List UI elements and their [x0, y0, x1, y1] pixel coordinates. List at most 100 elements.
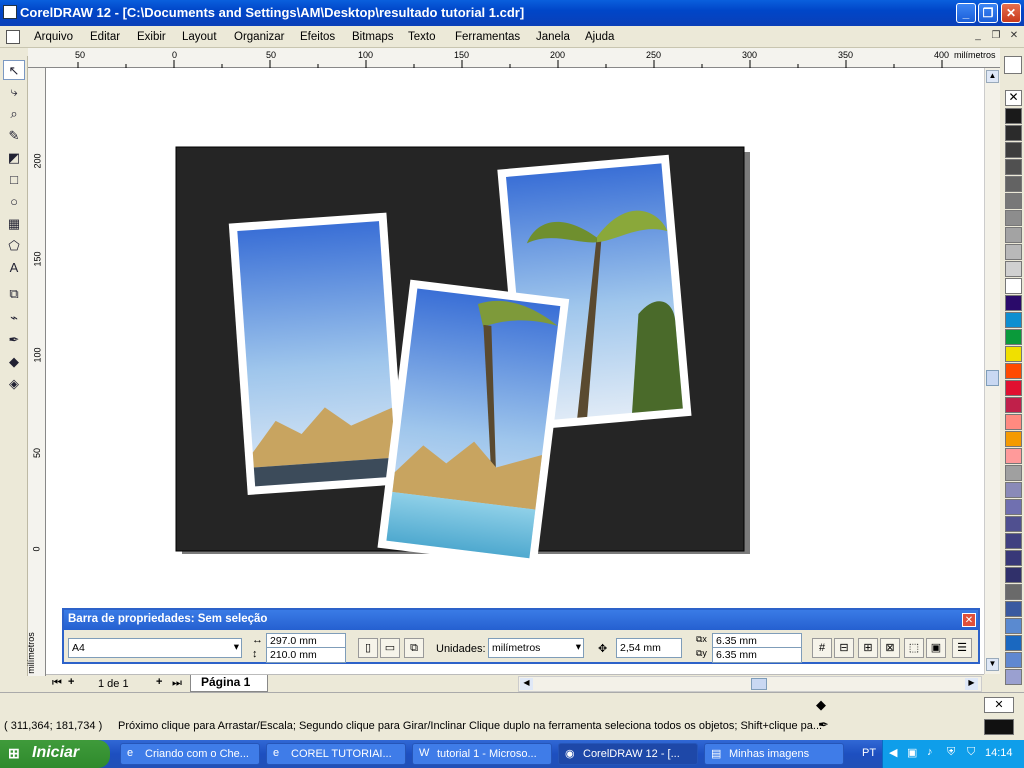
freehand-tool-icon[interactable]: ✎	[3, 126, 25, 146]
add-page-before-button[interactable]: +	[68, 676, 74, 688]
clock[interactable]: 14:14	[985, 747, 1013, 759]
color-swatch[interactable]	[1005, 227, 1022, 243]
task-button[interactable]: Wtutorial 1 - Microso...	[412, 743, 552, 765]
color-swatch[interactable]	[1005, 261, 1022, 277]
duplicate-y-field[interactable]: 6.35 mm	[712, 647, 802, 663]
menu-texto[interactable]: Texto	[408, 31, 436, 43]
language-indicator[interactable]: PT	[862, 747, 876, 759]
menu-layout[interactable]: Layout	[182, 31, 217, 43]
doc-restore-button[interactable]: ❐	[988, 30, 1004, 44]
color-swatch[interactable]	[1005, 108, 1022, 124]
snap-to-guidelines-button[interactable]: ⊟	[834, 638, 854, 658]
ellipse-tool-icon[interactable]: ○	[3, 192, 25, 212]
first-page-button[interactable]: ⏮	[52, 677, 62, 690]
snap-to-objects-button[interactable]: ⊞	[858, 638, 878, 658]
coreldraw-app-icon[interactable]	[3, 5, 17, 19]
draw-selection-button[interactable]: ▣	[926, 638, 946, 658]
color-swatch[interactable]	[1005, 482, 1022, 498]
landscape-button[interactable]: ▭	[380, 638, 400, 658]
color-swatch[interactable]	[1005, 669, 1022, 685]
palette-menu-icon[interactable]	[1004, 56, 1022, 74]
scroll-up-button[interactable]: ▲	[986, 70, 999, 83]
menu-efeitos[interactable]: Efeitos	[300, 31, 335, 43]
close-button[interactable]: ✕	[1001, 3, 1021, 23]
outline-tool-icon[interactable]: ✒	[3, 330, 25, 350]
color-swatch[interactable]	[1005, 465, 1022, 481]
antivirus-icon[interactable]: ⛨	[947, 746, 955, 759]
menu-ajuda[interactable]: Ajuda	[585, 31, 614, 43]
doc-minimize-button[interactable]: _	[970, 30, 986, 44]
volume-icon[interactable]: ♪	[927, 746, 933, 758]
color-swatch[interactable]	[1005, 397, 1022, 413]
interactive-blend-tool-icon[interactable]: ⧉	[3, 284, 25, 304]
color-swatch[interactable]	[1005, 176, 1022, 192]
page-height-field[interactable]: 210.0 mm	[266, 647, 346, 663]
paper-size-select[interactable]: A4 ▾	[68, 638, 242, 658]
color-swatch[interactable]	[1005, 295, 1022, 311]
no-color-swatch[interactable]: ✕	[1005, 90, 1022, 106]
color-swatch[interactable]	[1005, 363, 1022, 379]
color-swatch[interactable]	[1005, 346, 1022, 362]
task-button[interactable]: e Criando com o Che...	[120, 743, 260, 765]
color-swatch[interactable]	[1005, 499, 1022, 515]
property-bar-close-button[interactable]: ✕	[962, 613, 976, 627]
color-swatch[interactable]	[1005, 125, 1022, 141]
task-button-active[interactable]: ◉ CorelDRAW 12 - [...	[558, 743, 698, 765]
scroll-left-button[interactable]: ◀	[520, 678, 533, 690]
menu-organizar[interactable]: Organizar	[234, 31, 285, 43]
dynamic-guides-button[interactable]: ⊠	[880, 638, 900, 658]
color-swatch[interactable]	[1005, 193, 1022, 209]
menu-arquivo[interactable]: Arquivo	[34, 31, 73, 43]
treat-as-filled-button[interactable]: ⬚	[904, 638, 924, 658]
smart-fill-tool-icon[interactable]: ◩	[3, 148, 25, 168]
color-swatch[interactable]	[1005, 159, 1022, 175]
shape-tool-icon[interactable]: ⤷	[3, 82, 25, 102]
graph-paper-tool-icon[interactable]: ▦	[3, 214, 25, 234]
menu-ferramentas[interactable]: Ferramentas	[455, 31, 520, 43]
menu-editar[interactable]: Editar	[90, 31, 120, 43]
color-swatch[interactable]	[1005, 414, 1022, 430]
tray-expand-icon[interactable]: ◀	[889, 746, 897, 759]
fill-tool-icon[interactable]: ◆	[3, 352, 25, 372]
options-button[interactable]: ☰	[952, 638, 972, 658]
start-button[interactable]: ⊞ Iniciar	[0, 740, 110, 768]
color-swatch[interactable]	[1005, 244, 1022, 260]
task-button[interactable]: e COREL TUTORIAI...	[266, 743, 406, 765]
scroll-right-button[interactable]: ▶	[965, 678, 978, 690]
outline-color-swatch[interactable]	[984, 719, 1014, 735]
all-pages-button[interactable]: ⧉	[404, 638, 424, 658]
color-swatch[interactable]	[1005, 550, 1022, 566]
menu-bitmaps[interactable]: Bitmaps	[352, 31, 394, 43]
minimize-button[interactable]: _	[956, 3, 976, 23]
color-swatch[interactable]	[1005, 567, 1022, 583]
horizontal-ruler[interactable]: 50 0 50 100 150 200 250 300 350 400 milí…	[28, 48, 1000, 68]
scroll-thumb[interactable]	[986, 370, 999, 386]
drawing-canvas[interactable]	[46, 68, 984, 674]
restore-button[interactable]: ❐	[978, 3, 998, 23]
pick-tool-icon[interactable]: ↖	[3, 60, 25, 80]
security-icon[interactable]: ⛉	[967, 746, 975, 759]
text-tool-icon[interactable]: A	[3, 258, 25, 278]
color-swatch[interactable]	[1005, 431, 1022, 447]
rectangle-tool-icon[interactable]: □	[3, 170, 25, 190]
page-tab[interactable]: Página 1	[190, 675, 268, 692]
color-swatch[interactable]	[1005, 380, 1022, 396]
color-swatch[interactable]	[1005, 278, 1022, 294]
nudge-distance-field[interactable]: 2,54 mm	[616, 638, 682, 658]
last-page-button[interactable]: ⏭	[172, 677, 182, 690]
hscroll-thumb[interactable]	[751, 678, 767, 690]
vertical-ruler[interactable]: 200 150 100 50 0 milímetros	[26, 68, 46, 676]
basic-shapes-tool-icon[interactable]: ⬠	[3, 236, 25, 256]
color-swatch[interactable]	[1005, 584, 1022, 600]
units-select[interactable]: milímetros ▾	[488, 638, 584, 658]
color-swatch[interactable]	[1005, 329, 1022, 345]
document-icon[interactable]	[6, 30, 20, 44]
color-swatch[interactable]	[1005, 312, 1022, 328]
horizontal-scrollbar[interactable]: ◀ ▶	[518, 676, 982, 692]
portrait-button[interactable]: ▯	[358, 638, 378, 658]
doc-close-button[interactable]: ✕	[1006, 30, 1022, 44]
eyedropper-tool-icon[interactable]: ⌁	[3, 308, 25, 328]
color-swatch[interactable]	[1005, 618, 1022, 634]
color-swatch[interactable]	[1005, 635, 1022, 651]
zoom-tool-icon[interactable]: ⌕	[3, 104, 25, 124]
